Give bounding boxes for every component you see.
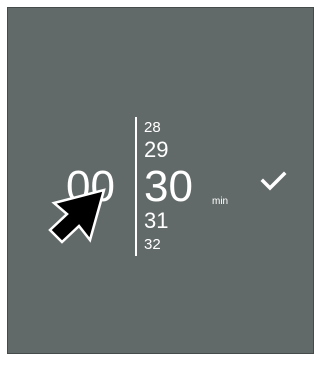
minute-option-next[interactable]: 31 [144,208,168,234]
screen: 00 28 29 30 31 32 min [0,0,320,365]
minute-option-previous[interactable]: 29 [144,137,168,163]
minute-value-current[interactable]: 30 [144,162,193,212]
minute-option-far-previous[interactable]: 28 [144,119,161,137]
minutes-unit-label: min [212,196,229,207]
minute-option-far-next[interactable]: 32 [144,236,161,254]
checkmark-icon [260,171,287,191]
mouse-pointer-icon [46,186,112,248]
confirm-button[interactable] [259,169,289,193]
hour-minute-divider [135,117,137,256]
